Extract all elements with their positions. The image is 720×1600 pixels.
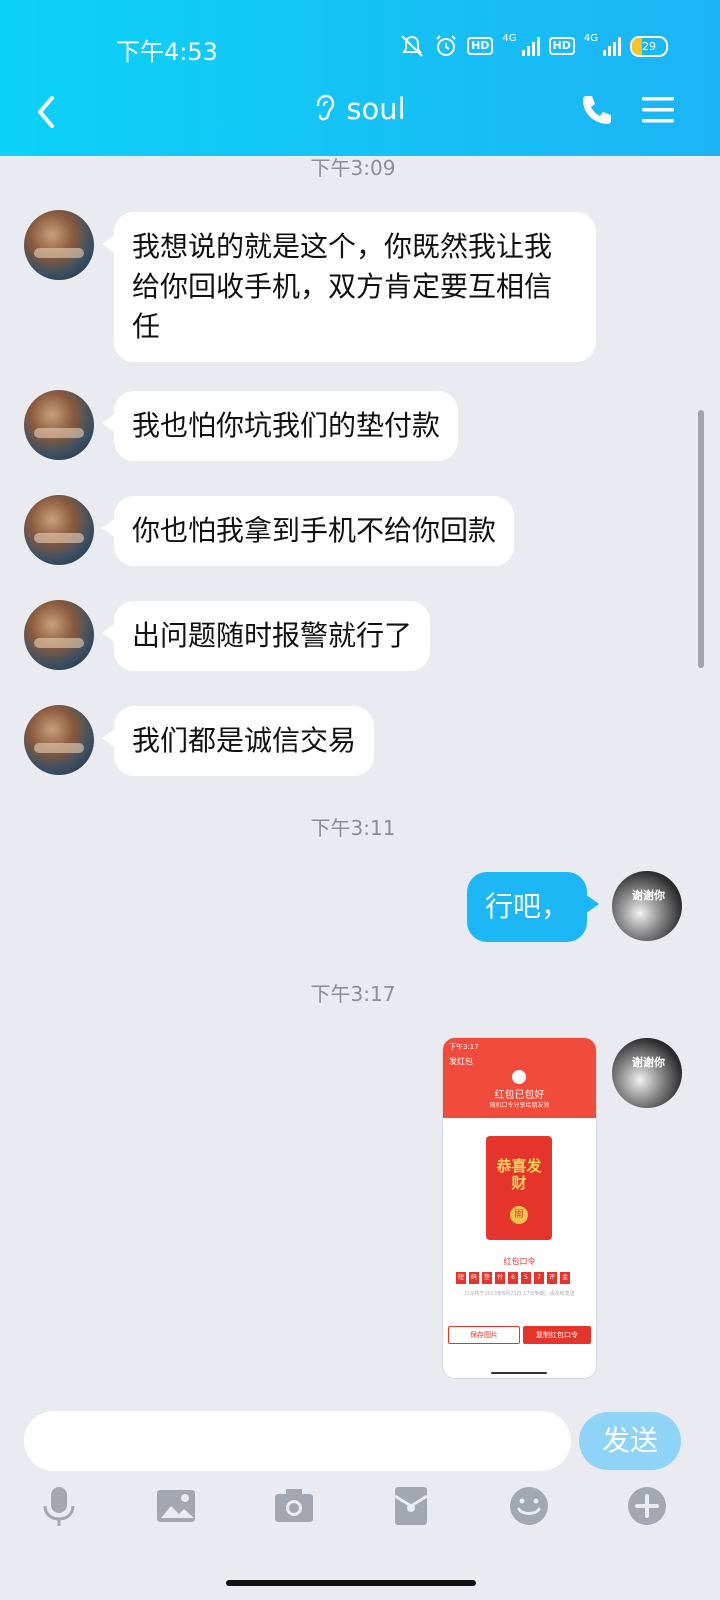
message-input[interactable] [24,1411,571,1471]
envelope-open: 開 [510,1206,528,1224]
save-image-button: 保存图片 [448,1326,520,1344]
command-char: 短 [456,1272,466,1284]
message-bubble-received[interactable]: 出问题随时报警就行了 [101,601,431,671]
image-status-time: 下午3:17 [449,1043,479,1051]
timestamp: 下午3:11 [310,816,396,840]
contact-avatar[interactable] [24,600,94,670]
battery-icon: 29 [630,35,668,57]
command-title: 红包口令 [503,1257,536,1266]
message-bubble-received[interactable]: 我也怕你坑我们的垫付款 [101,391,459,461]
contact-avatar[interactable] [24,705,94,775]
send-button[interactable]: 发送 [579,1412,681,1470]
command-char: 6 [508,1272,518,1284]
timestamp: 下午3:17 [310,982,396,1006]
contact-avatar[interactable] [24,495,94,565]
command-char: 7 [534,1272,544,1284]
image-home-bar [491,1372,547,1374]
check-icon [512,1070,526,1084]
envelope-text: 恭喜发财 [496,1157,542,1192]
command-char: 垫 [482,1272,492,1284]
status-icons: HD 4G HD 4G 29 [399,32,668,58]
mute-bell-icon [401,35,423,57]
command-char: 金 [560,1272,570,1284]
image-icon[interactable] [154,1484,198,1528]
status-time: 下午4:53 [116,38,218,66]
hd-badge: HD [467,37,494,55]
message-bubble-sent[interactable]: 行吧， [467,872,600,942]
timestamp: 下午3:09 [310,156,396,180]
message-bubble-received[interactable]: 我想说的就是这个，你既然我让我给你回收手机，双方肯定要互相信任 [102,212,596,362]
command-char: 付 [495,1272,505,1284]
home-indicator[interactable] [226,1580,476,1586]
command-chars: 短 码 垫 付 6 5 7 评 金 [456,1272,570,1284]
copy-command-button: 复制红包口令 [523,1326,591,1344]
command-char: 评 [547,1272,557,1284]
message-bubble-received[interactable]: 我们都是诚信交易 [101,706,375,776]
input-toolbar [0,1480,720,1540]
user-avatar[interactable]: 谢谢你 [612,1038,682,1108]
user-avatar[interactable]: 谢谢你 [612,871,682,941]
menu-icon[interactable] [640,94,676,126]
image-message[interactable]: 下午3:17 发红包 红包已包好 随机口令分享给朋友领 恭喜发财 開 红包口令 … [443,1038,596,1378]
chat-header: 下午4:53 HD 4G HD 4G 29 soul [0,0,720,156]
signal-icon [521,36,540,56]
signal-icon-2 [603,36,621,56]
command-note: 口令将于2023年6月21日 17日到期，请及时发送 [464,1291,575,1297]
camera-icon[interactable] [272,1484,316,1528]
network-type: 4G [502,32,517,44]
avatar-text: 谢谢你 [632,1056,665,1069]
contact-avatar[interactable] [24,390,94,460]
message-bubble-received[interactable]: 你也怕我拿到手机不给你回款 [101,496,515,566]
plus-icon[interactable] [625,1484,669,1528]
hd-badge-2: HD [548,37,575,55]
ear-icon [317,94,335,121]
command-char: 码 [469,1272,479,1284]
red-envelope-icon[interactable] [389,1484,433,1528]
alarm-icon [436,35,456,56]
image-subheading: 随机口令分享给朋友领 [489,1102,550,1109]
chat-title-text: soul [346,92,406,126]
red-envelope: 恭喜发财 開 [486,1136,552,1240]
image-header: 下午3:17 发红包 红包已包好 随机口令分享给朋友领 [443,1038,596,1118]
image-heading: 红包已包好 [494,1090,545,1101]
emoji-icon[interactable] [507,1484,551,1528]
microphone-icon[interactable] [37,1484,81,1528]
phone-icon[interactable] [578,92,614,128]
contact-avatar[interactable] [24,210,94,280]
command-char: 5 [521,1272,531,1284]
scrollbar[interactable] [698,410,704,668]
image-nav-title: 发红包 [449,1057,473,1066]
network-type-2: 4G [583,32,598,44]
avatar-text: 谢谢你 [632,889,665,902]
